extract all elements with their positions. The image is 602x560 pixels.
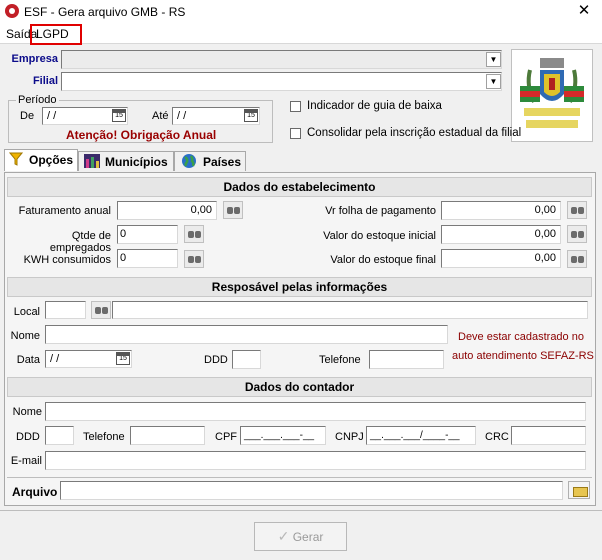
contador-ddd-input[interactable]: [45, 426, 74, 445]
consolidar-label: Consolidar pela inscrição estadual da fi…: [307, 127, 522, 139]
resp-telefone-label: Telefone: [319, 354, 361, 366]
cpf-input[interactable]: ___.___.___-__: [240, 426, 326, 445]
estab-section-header: Dados do estabelecimento: [7, 177, 592, 197]
filial-label: Filial: [32, 75, 58, 87]
folder-open-icon[interactable]: [568, 481, 590, 499]
menu-bar: [0, 24, 602, 44]
faturamento-label: Faturamento anual: [18, 205, 111, 217]
qtde-empregados-label: Qtde de empregados: [49, 230, 111, 254]
ate-label: Até: [152, 110, 169, 122]
contador-nome-label: Nome: [12, 406, 42, 418]
crc-label: CRC: [485, 431, 509, 443]
cpf-label: CPF: [215, 431, 237, 443]
contador-ddd-label: DDD: [16, 431, 40, 443]
estoque-final-search-icon[interactable]: [567, 250, 587, 268]
gerar-button[interactable]: ✓ Gerar: [254, 522, 347, 551]
consolidar-checkbox[interactable]: [290, 128, 301, 139]
email-input[interactable]: [45, 451, 586, 470]
funnel-icon: [9, 152, 23, 166]
empresa-select[interactable]: [61, 50, 502, 69]
contador-telefone-label: Telefone: [83, 431, 125, 443]
local-name-input[interactable]: [112, 301, 588, 319]
check-icon: ✓: [277, 528, 290, 544]
resp-section-header: Resposável pelas informações: [7, 277, 592, 297]
guia-baixa-label: Indicador de guia de baixa: [307, 100, 442, 112]
bottom-divider: [0, 510, 602, 511]
close-icon[interactable]: ✕: [574, 2, 594, 20]
estoque-final-input[interactable]: 0,00: [441, 249, 561, 268]
cnpj-label: CNPJ: [335, 431, 364, 443]
folha-input[interactable]: 0,00: [441, 201, 561, 220]
calendar-de-icon[interactable]: 15: [112, 109, 126, 122]
contador-nome-input[interactable]: [45, 402, 586, 421]
contador-section-header: Dados do contador: [7, 377, 592, 397]
crc-input[interactable]: [511, 426, 586, 445]
empresa-label: Empresa: [11, 53, 58, 65]
resp-nome-label: Nome: [10, 330, 40, 342]
arquivo-input[interactable]: [60, 481, 563, 500]
kwh-search-icon[interactable]: [184, 250, 204, 268]
qtde-empregados-input[interactable]: 0: [117, 225, 178, 244]
estoque-inicial-label: Valor do estoque inicial: [323, 230, 436, 242]
local-search-icon[interactable]: [91, 301, 111, 319]
qtde-empregados-search-icon[interactable]: [184, 225, 204, 243]
guia-baixa-checkbox[interactable]: [290, 101, 301, 112]
filial-dropdown-arrow-icon[interactable]: ▼: [486, 74, 501, 89]
resp-calendar-icon[interactable]: 15: [116, 352, 130, 365]
email-label: E-mail: [10, 455, 42, 467]
sefaz-note-line2: auto atendimento SEFAZ-RS: [452, 350, 594, 362]
resp-ddd-label: DDD: [204, 354, 228, 366]
local-label: Local: [13, 306, 40, 318]
globe-icon: [182, 154, 196, 168]
city-icon: [84, 154, 100, 168]
estoque-inicial-input[interactable]: 0,00: [441, 225, 561, 244]
estoque-inicial-search-icon[interactable]: [567, 225, 587, 243]
resp-data-label: Data: [16, 354, 40, 366]
filial-select[interactable]: [61, 72, 502, 91]
arquivo-label: Arquivo: [12, 485, 58, 499]
annual-obligation-warning: Atenção! Obrigação Anual: [66, 128, 217, 142]
estoque-final-label: Valor do estoque final: [330, 254, 436, 266]
folha-label: Vr folha de pagamento: [325, 205, 436, 217]
calendar-ate-icon[interactable]: 15: [244, 109, 258, 122]
faturamento-input[interactable]: 0,00: [117, 201, 217, 220]
resp-ddd-input[interactable]: [232, 350, 261, 369]
faturamento-search-icon[interactable]: [223, 201, 243, 219]
resp-nome-input[interactable]: [45, 325, 448, 344]
local-code-input[interactable]: [45, 301, 86, 319]
sefaz-note-line1: Deve estar cadastrado no: [458, 331, 584, 343]
kwh-label: KWH consumidos: [23, 254, 111, 266]
kwh-input[interactable]: 0: [117, 249, 178, 268]
resp-telefone-input[interactable]: [369, 350, 444, 369]
menu-lgpd[interactable]: LGPD: [30, 24, 82, 45]
empresa-dropdown-arrow-icon[interactable]: ▼: [486, 52, 501, 67]
window-title: ESF - Gera arquivo GMB - RS: [24, 5, 186, 19]
de-label: De: [20, 110, 35, 122]
arquivo-divider: [7, 477, 592, 478]
periodo-legend: Período: [16, 94, 59, 106]
folha-search-icon[interactable]: [567, 201, 587, 219]
app-logo-icon: [5, 4, 19, 18]
coat-of-arms-image: [511, 49, 593, 142]
contador-telefone-input[interactable]: [130, 426, 205, 445]
cnpj-input[interactable]: __.___.___/____-__: [366, 426, 476, 445]
